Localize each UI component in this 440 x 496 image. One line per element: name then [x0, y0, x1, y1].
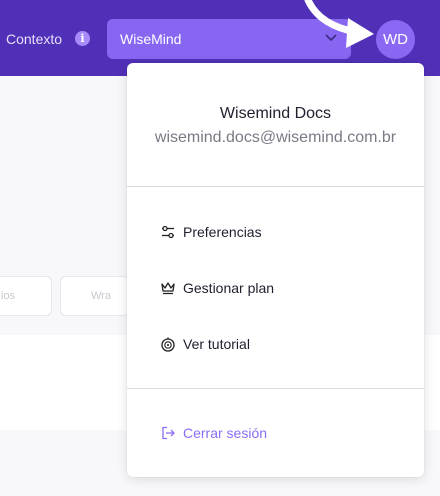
background-chip: Wra [60, 276, 130, 316]
logout-label: Cerrar sesión [183, 425, 268, 441]
crown-icon [161, 282, 175, 295]
menu-item-label: Preferencias [183, 224, 262, 240]
user-avatar-button[interactable]: WD [376, 20, 415, 59]
pointer-arrow-icon [304, 0, 374, 48]
account-email: wisemind.docs@wisemind.com.br [154, 129, 397, 146]
account-menu: Wisemind Docs wisemind.docs@wisemind.com… [127, 63, 424, 477]
compass-icon [161, 337, 175, 352]
logout-icon [162, 426, 175, 440]
menu-item-label: Gestionar plan [183, 280, 275, 296]
account-name: Wisemind Docs [219, 105, 332, 122]
menu-item-manage-plan[interactable]: Gestionar plan [127, 268, 424, 308]
sliders-icon [162, 225, 174, 239]
info-icon[interactable]: i [75, 31, 90, 46]
background-chip: ios [0, 276, 52, 316]
menu-divider [127, 186, 424, 187]
menu-divider [127, 388, 424, 389]
context-label: Contexto [6, 31, 63, 47]
menu-item-tutorial[interactable]: Ver tutorial [127, 324, 424, 364]
menu-item-label: Ver tutorial [183, 336, 250, 352]
context-select-value: WiseMind [120, 31, 182, 47]
menu-item-preferences[interactable]: Preferencias [127, 212, 424, 252]
logout-button[interactable]: Cerrar sesión [127, 413, 424, 453]
